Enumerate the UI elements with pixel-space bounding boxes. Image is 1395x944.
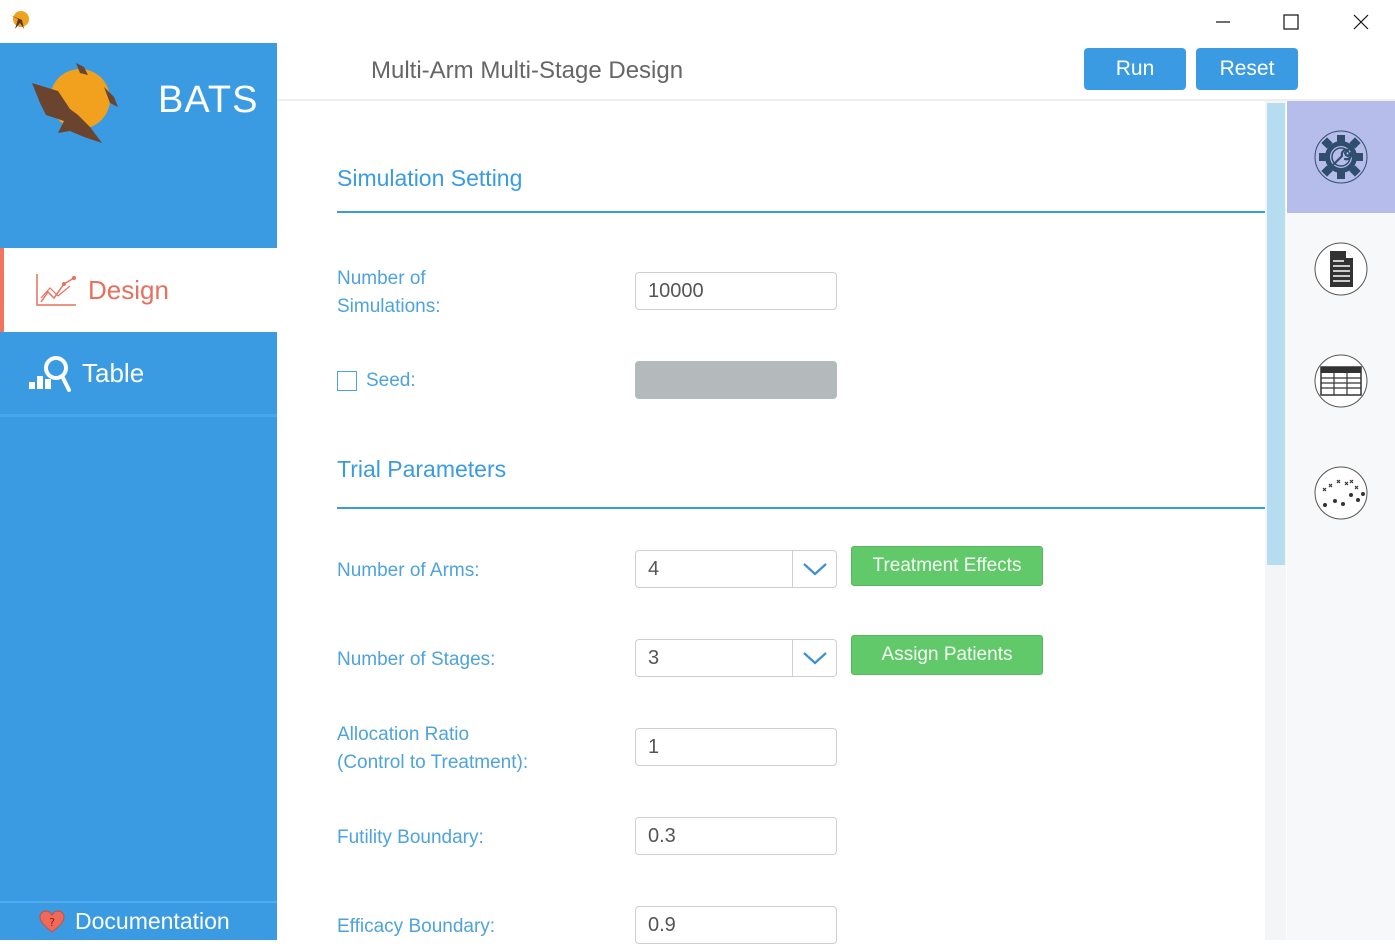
rightbar-item-document[interactable] [1287, 213, 1395, 325]
run-button[interactable]: Run [1084, 48, 1186, 90]
minimize-button[interactable] [1188, 0, 1258, 43]
label-line: Number of [337, 268, 426, 289]
right-toolbar [1287, 101, 1395, 940]
sidebar-item-table[interactable]: Table [0, 333, 277, 417]
section-divider [337, 507, 1265, 509]
rightbar-item-table[interactable] [1287, 325, 1395, 437]
num-arms-value: 4 [648, 558, 660, 580]
sidebar-item-documentation[interactable]: ? Documentation [0, 901, 277, 940]
dropdown-button[interactable] [792, 551, 836, 587]
line-chart-icon [36, 274, 76, 306]
sidebar-item-label: Table [82, 358, 145, 388]
maximize-icon [1283, 13, 1299, 30]
allocation-ratio-input[interactable]: 1 [635, 728, 837, 766]
app-icon [10, 11, 29, 29]
maximize-button[interactable] [1256, 0, 1326, 43]
futility-boundary-input[interactable]: 0.3 [635, 817, 837, 855]
settings-wrench-icon [1314, 130, 1368, 184]
bar-search-icon [29, 355, 71, 392]
chevron-down-icon [802, 652, 827, 665]
document-icon [1314, 242, 1368, 296]
num-simulations-label: Number of Simulations: [337, 265, 441, 321]
efficacy-boundary-label: Efficacy Boundary: [337, 916, 496, 937]
header: Multi-Arm Multi-Stage Design Run Reset [277, 43, 1395, 101]
label-line: Allocation Ratio [337, 724, 470, 745]
sidebar-item-label: Documentation [75, 908, 230, 934]
futility-boundary-label: Futility Boundary: [337, 827, 484, 848]
brand: BATS [0, 43, 277, 248]
assign-patients-button[interactable]: Assign Patients [851, 635, 1043, 675]
brand-name: BATS [158, 79, 259, 121]
bat-moon-logo [32, 63, 118, 143]
dropdown-button[interactable] [792, 640, 836, 676]
reset-button[interactable]: Reset [1196, 48, 1298, 90]
heart-question-icon: ? [39, 909, 65, 933]
treatment-effects-button[interactable]: Treatment Effects [851, 546, 1043, 586]
minimize-icon [1216, 20, 1230, 23]
seed-label: Seed: [366, 370, 416, 391]
scatter-plot-icon [1314, 466, 1368, 520]
label-line: (Control to Treatment): [337, 752, 529, 773]
close-button[interactable] [1326, 0, 1395, 43]
seed-input[interactable] [635, 361, 837, 399]
scrollbar-thumb[interactable] [1267, 103, 1285, 565]
section-title-simulation: Simulation Setting [337, 165, 523, 191]
seed-checkbox[interactable] [337, 371, 357, 391]
section-divider [337, 211, 1265, 213]
allocation-ratio-label: Allocation Ratio (Control to Treatment): [337, 721, 528, 777]
num-stages-label: Number of Stages: [337, 649, 496, 670]
num-stages-value: 3 [648, 647, 660, 669]
close-icon [1353, 14, 1369, 29]
rightbar-item-settings[interactable] [1287, 101, 1395, 213]
sidebar-item-design[interactable]: Design [0, 248, 277, 332]
sidebar-item-label: Design [88, 274, 169, 305]
chevron-down-icon [802, 563, 827, 576]
efficacy-boundary-input[interactable]: 0.9 [635, 906, 837, 944]
page-title: Multi-Arm Multi-Stage Design [371, 57, 684, 84]
sidebar: BATS Design Table ? Documentation [0, 43, 277, 940]
rightbar-item-scatter[interactable] [1287, 437, 1395, 549]
table-icon [1314, 354, 1368, 408]
section-title-trial: Trial Parameters [337, 456, 507, 482]
svg-text:?: ? [49, 916, 55, 929]
window-titlebar [0, 0, 1395, 43]
main-content: Simulation Setting Number of Simulations… [277, 101, 1265, 944]
num-arms-label: Number of Arms: [337, 560, 480, 581]
num-simulations-input[interactable]: 10000 [635, 272, 837, 310]
num-arms-select[interactable]: 4 [635, 550, 837, 588]
label-line: Simulations: [337, 296, 441, 317]
num-stages-select[interactable]: 3 [635, 639, 837, 677]
